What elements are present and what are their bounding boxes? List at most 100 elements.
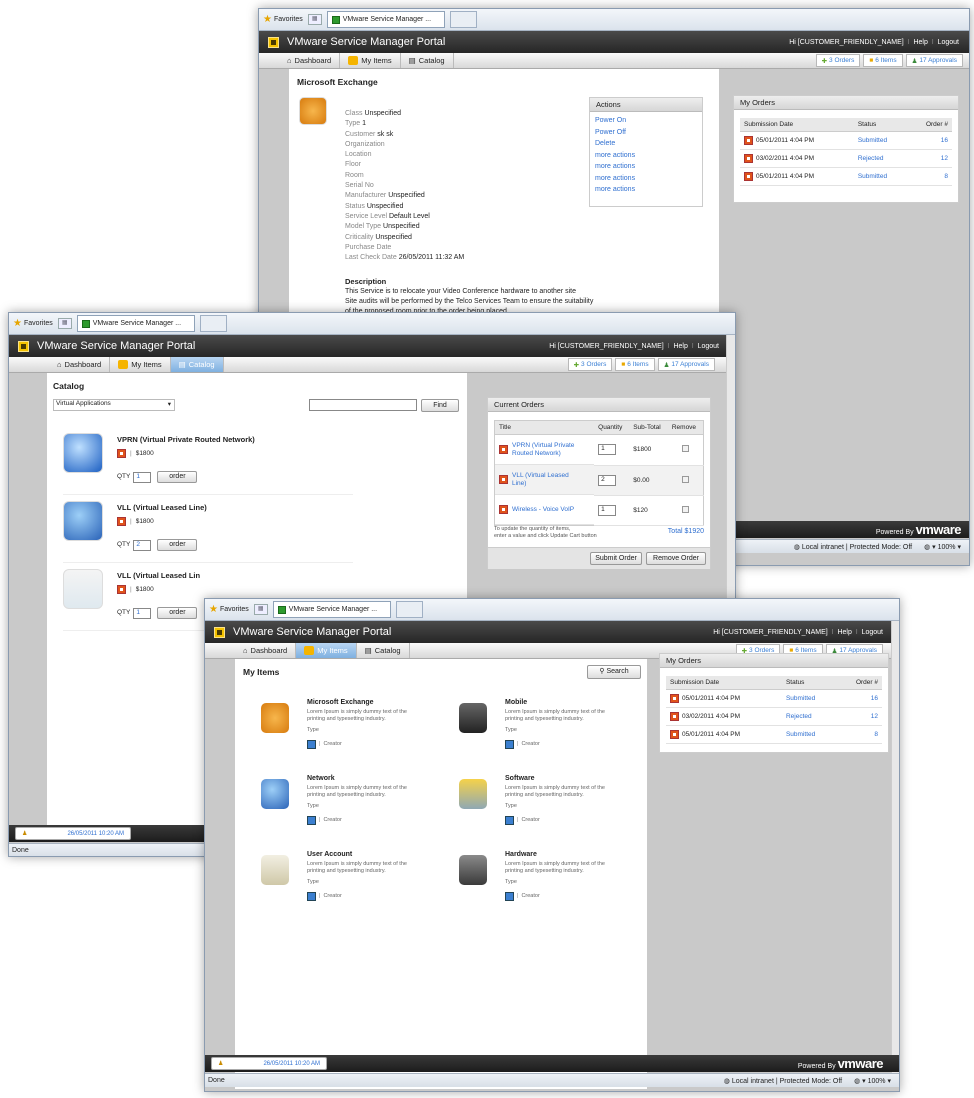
favorites-button[interactable]: ★ Favorites	[13, 318, 53, 329]
quick-tabs-icon[interactable]: ▦	[57, 318, 72, 329]
browser-tab[interactable]: VMware Service Manager ...	[76, 315, 195, 332]
category-select[interactable]: Virtual Applications ▾	[53, 399, 175, 411]
quick-tabs-icon[interactable]: ▦	[253, 604, 268, 615]
remove-checkbox[interactable]	[681, 505, 689, 513]
tab-dashboard[interactable]: ⌂ Dashboard	[49, 357, 111, 372]
item-icon	[261, 855, 289, 885]
table-row[interactable]: 03/02/2011 4:04 PM Rejected 12	[740, 149, 952, 168]
item-name[interactable]: Hardware	[505, 851, 605, 858]
item-name[interactable]: Network	[307, 775, 407, 782]
order-number[interactable]: 12	[837, 707, 882, 726]
action-link[interactable]: more actions	[595, 173, 697, 185]
logout-link[interactable]: Logout	[938, 39, 959, 46]
logout-link[interactable]: Logout	[862, 629, 883, 636]
favorites-button[interactable]: ★ Favorites	[209, 604, 249, 615]
catalog-icon: ▤	[178, 360, 186, 369]
tab-catalog[interactable]: ▤ Catalog	[401, 53, 454, 68]
order-number[interactable]: 12	[908, 149, 952, 168]
items-badge[interactable]: ■ 6 Items	[615, 358, 655, 371]
order-status[interactable]: Submitted	[853, 131, 909, 150]
table-row[interactable]: 05/01/2011 4:04 PM Submitted 16	[666, 689, 882, 708]
quantity-input[interactable]: 1	[133, 608, 152, 619]
remove-checkbox[interactable]	[681, 445, 689, 453]
help-link[interactable]: Help	[673, 343, 687, 350]
item-name[interactable]: User Account	[307, 851, 407, 858]
tab-my-items[interactable]: My Items	[296, 643, 357, 658]
action-link[interactable]: more actions	[595, 184, 697, 196]
help-link[interactable]: Help	[913, 39, 927, 46]
tab-dashboard[interactable]: ⌂ Dashboard	[279, 53, 341, 68]
table-row[interactable]: 05/01/2011 4:04 PM Submitted 8	[740, 167, 952, 186]
order-icon	[670, 730, 679, 739]
product-name[interactable]: VLL (Virtual Leased Line)	[117, 503, 207, 512]
new-tab-button[interactable]	[395, 601, 423, 618]
orders-badge[interactable]: ✚ 3 Orders	[815, 54, 861, 67]
find-button[interactable]: Find	[421, 399, 459, 412]
new-tab-button[interactable]	[449, 11, 477, 28]
new-tab-button[interactable]	[199, 315, 227, 332]
product-name[interactable]: VPRN (Virtual Private Routed Network)	[117, 435, 255, 444]
order-button[interactable]: order	[157, 471, 198, 483]
items-badge[interactable]: ■ 6 Items	[863, 54, 903, 67]
action-link[interactable]: more actions	[595, 161, 697, 173]
page-title: Catalog	[53, 381, 85, 391]
app-logo	[18, 340, 29, 352]
zoom-control[interactable]: ◍ ▾ 100% ▾	[854, 1077, 891, 1085]
cart-item-title[interactable]: VPRN (Virtual Private Routed Network)	[512, 442, 582, 458]
order-status[interactable]: Submitted	[853, 167, 909, 186]
tab-dashboard[interactable]: ⌂ Dashboard	[235, 643, 297, 658]
cart-quantity-input[interactable]: 2	[598, 474, 617, 486]
order-status[interactable]: Rejected	[853, 149, 909, 168]
item-name[interactable]: Software	[505, 775, 605, 782]
action-link[interactable]: more actions	[595, 150, 697, 162]
orders-badge[interactable]: ✚ 3 Orders	[567, 358, 613, 371]
tab-my-items[interactable]: My Items	[340, 53, 401, 68]
tab-catalog[interactable]: ▤ Catalog	[357, 643, 410, 658]
zoom-control[interactable]: ◍ ▾ 100% ▾	[924, 543, 961, 551]
order-number[interactable]: 8	[837, 725, 882, 744]
logout-link[interactable]: Logout	[698, 343, 719, 350]
remove-checkbox[interactable]	[681, 475, 689, 483]
tab-catalog[interactable]: ▤ Catalog	[170, 357, 224, 372]
table-row[interactable]: 05/01/2011 4:04 PM Submitted 8	[666, 725, 882, 744]
order-button[interactable]: order	[157, 539, 198, 551]
product-name[interactable]: VLL (Virtual Leased Lin	[117, 571, 200, 580]
quantity-input[interactable]: 1	[133, 472, 152, 483]
item-name[interactable]: Microsoft Exchange	[307, 699, 407, 706]
order-status[interactable]: Submitted	[781, 689, 838, 708]
cart-item-title[interactable]: VLL (Virtual Leased Line)	[512, 472, 582, 488]
property-list: Class Unspecified Type 1 Customer sk sk Org…	[345, 109, 464, 263]
browser-tab[interactable]: VMware Service Manager ...	[272, 601, 391, 618]
remove-order-button[interactable]: Remove Order	[646, 552, 706, 565]
my-item-card: User Account Lorem Ipsum is simply dummy …	[261, 851, 451, 921]
action-link[interactable]: Power On	[595, 115, 697, 127]
scrollbar[interactable]	[891, 621, 899, 1077]
approvals-badge[interactable]: ♟ 17 Approvals	[657, 358, 715, 371]
action-link[interactable]: Power Off	[595, 127, 697, 139]
order-button[interactable]: order	[157, 607, 198, 619]
approvals-badge[interactable]: ♟ 17 Approvals	[905, 54, 963, 67]
cart-quantity-input[interactable]: 1	[598, 504, 617, 516]
quick-tabs-icon[interactable]: ▦	[307, 14, 322, 25]
quantity-input[interactable]: 2	[133, 540, 152, 551]
order-number[interactable]: 8	[908, 167, 952, 186]
order-number[interactable]: 16	[837, 689, 882, 708]
cart-quantity-input[interactable]: 1	[598, 444, 617, 456]
table-row[interactable]: 05/01/2011 4:04 PM Submitted 16	[740, 131, 952, 150]
tab-my-items[interactable]: My Items	[110, 357, 171, 372]
order-number[interactable]: 16	[908, 131, 952, 150]
property-row: Purchase Date	[345, 243, 392, 251]
order-status[interactable]: Submitted	[781, 725, 838, 744]
help-link[interactable]: Help	[837, 629, 851, 636]
item-name[interactable]: Mobile	[505, 699, 605, 706]
order-status[interactable]: Rejected	[781, 707, 838, 726]
browser-tab[interactable]: VMware Service Manager ...	[326, 11, 445, 28]
table-row[interactable]: 03/02/2011 4:04 PM Rejected 12	[666, 707, 882, 726]
search-input[interactable]	[309, 399, 417, 411]
creator-icon	[307, 892, 316, 901]
action-link[interactable]: Delete	[595, 138, 697, 150]
favorites-button[interactable]: ★ Favorites	[263, 14, 303, 25]
search-button[interactable]: ⚲ Search	[587, 665, 641, 679]
submit-order-button[interactable]: Submit Order	[590, 552, 642, 565]
cart-item-title[interactable]: Wireless - Voice VoIP	[512, 506, 582, 514]
